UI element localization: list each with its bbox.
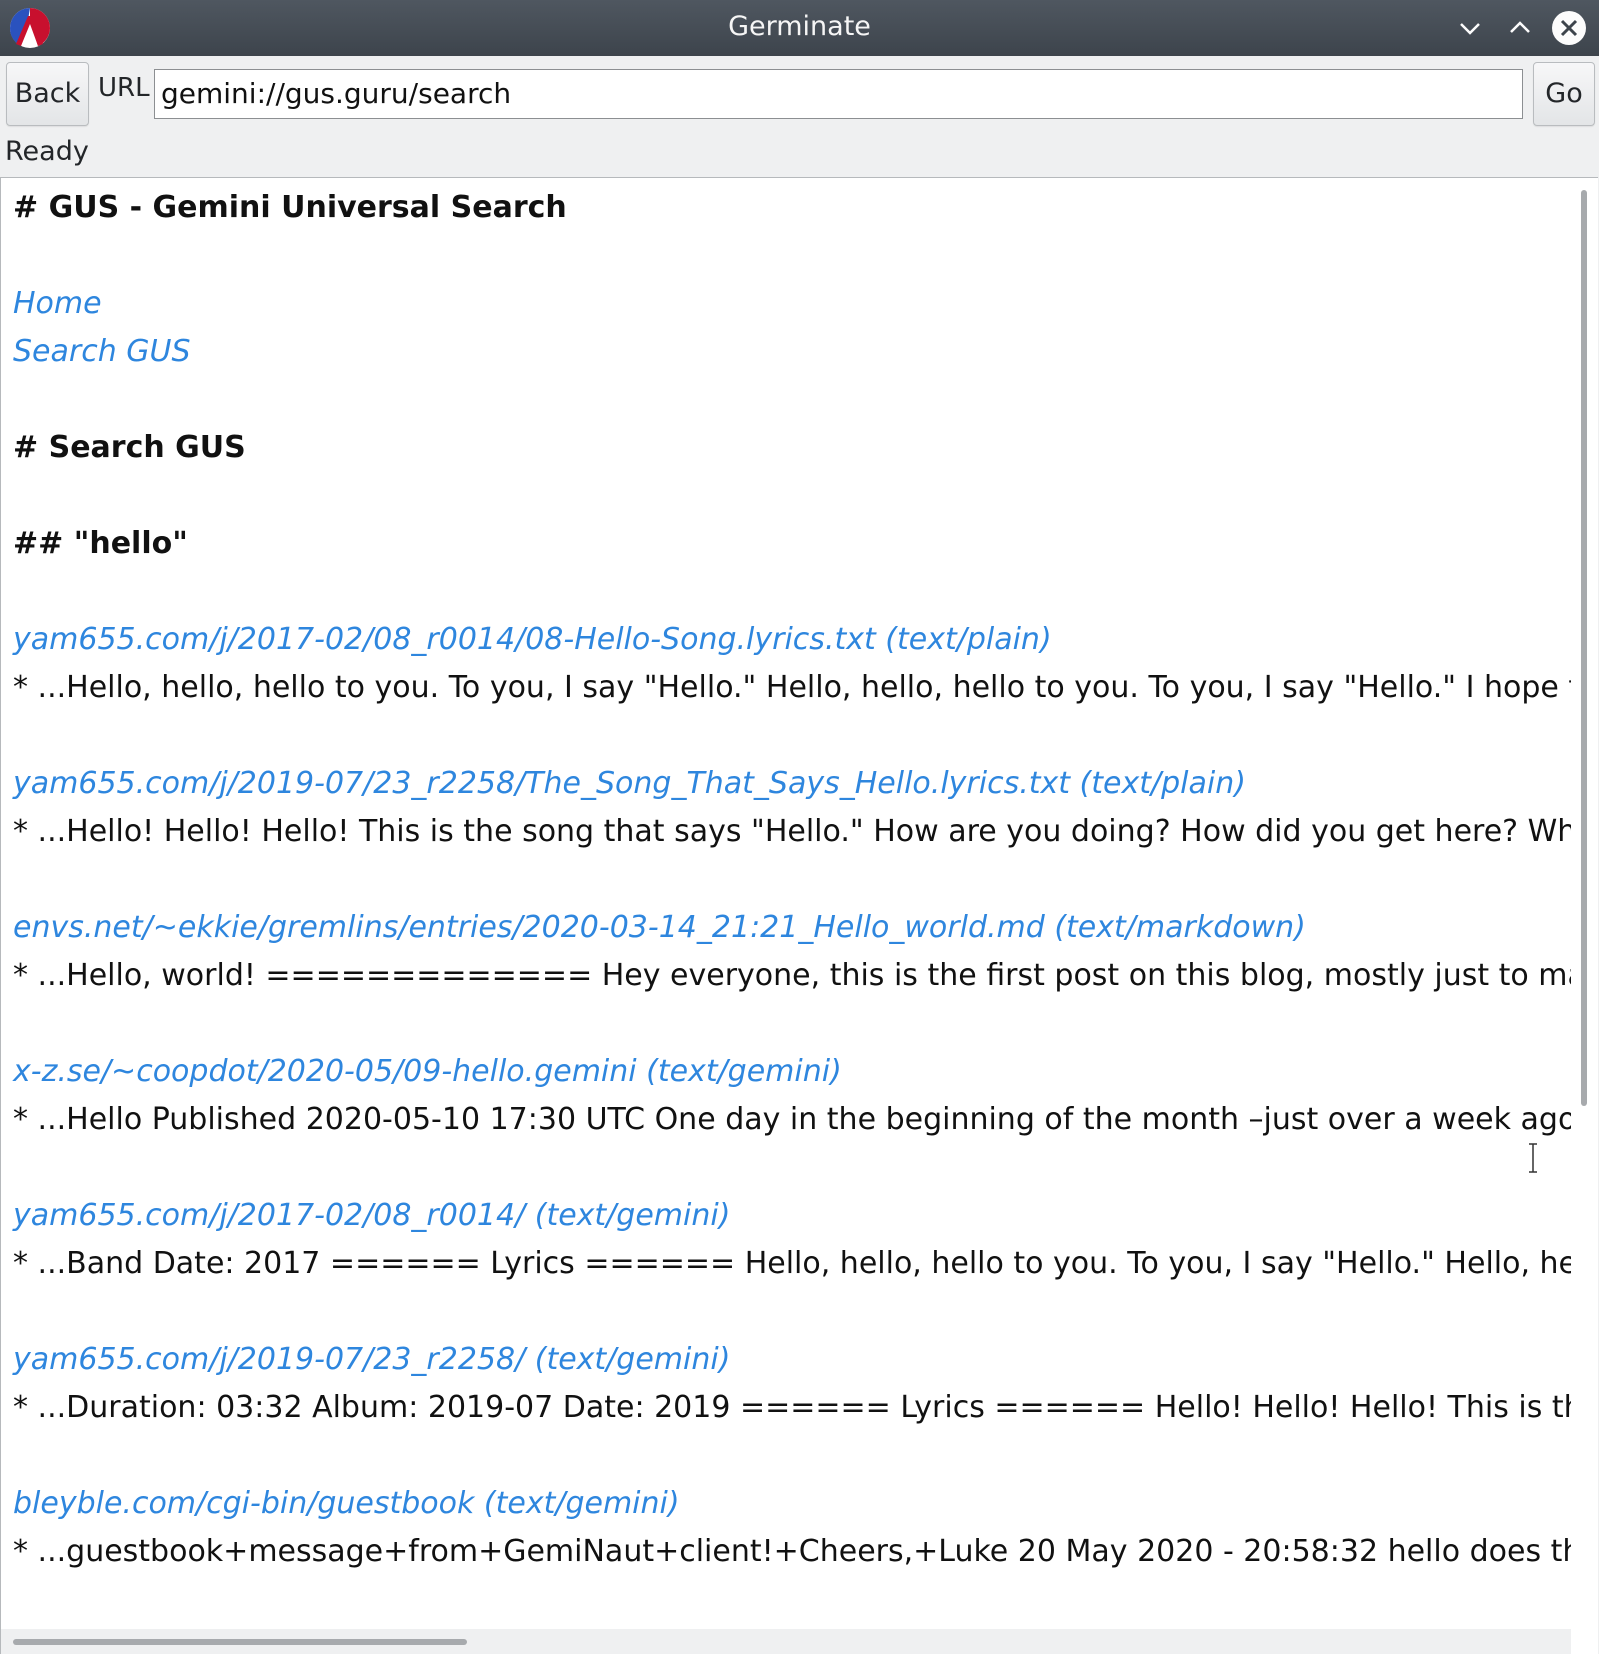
navigation-toolbar: Back URL gemini://gus.guru/search Go bbox=[0, 56, 1599, 132]
close-icon[interactable] bbox=[1549, 8, 1589, 48]
page-heading: # GUS - Gemini Universal Search bbox=[13, 190, 567, 225]
page-content[interactable]: # GUS - Gemini Universal Search Home Sea… bbox=[0, 177, 1598, 1654]
horizontal-scrollbar-thumb[interactable] bbox=[13, 1639, 467, 1645]
window-title: Germinate bbox=[728, 11, 871, 42]
home-link[interactable]: Home bbox=[13, 284, 102, 324]
back-button[interactable]: Back bbox=[6, 62, 89, 126]
result-snippet: * ...Band Date: 2017 ====== Lyrics =====… bbox=[13, 1246, 1598, 1281]
url-label: URL bbox=[98, 73, 150, 103]
result-snippet: * ...Duration: 03:32 Album: 2019-07 Date… bbox=[13, 1390, 1598, 1425]
result-snippet: * ...Hello Published 2020-05-10 17:30 UT… bbox=[13, 1102, 1577, 1137]
result-snippet: * ...Hello, hello, hello to you. To you,… bbox=[13, 670, 1581, 705]
result-link[interactable]: bleyble.com/cgi-bin/guestbook (text/gemi… bbox=[13, 1484, 680, 1524]
text-cursor-icon bbox=[1527, 1143, 1539, 1173]
result-link[interactable]: yam655.com/j/2019-07/23_r2258/The_Song_T… bbox=[13, 764, 1246, 804]
minimize-icon[interactable] bbox=[1450, 8, 1490, 48]
result-link[interactable]: yam655.com/j/2017-02/08_r0014/08-Hello-S… bbox=[13, 620, 1052, 660]
result-link[interactable]: x-z.se/~coopdot/2020-05/09-hello.gemini … bbox=[13, 1052, 842, 1092]
result-snippet: * ...Hello, world! ============= Hey eve… bbox=[13, 958, 1598, 993]
result-link[interactable]: yam655.com/j/2019-07/23_r2258/ (text/gem… bbox=[13, 1340, 730, 1380]
status-text: Ready bbox=[5, 136, 89, 167]
result-snippet: * ...Hello! Hello! Hello! This is the so… bbox=[13, 814, 1577, 849]
section-heading: # Search GUS bbox=[13, 430, 246, 465]
title-bar: Germinate bbox=[0, 0, 1599, 56]
result-link[interactable]: envs.net/~ekkie/gremlins/entries/2020-03… bbox=[13, 908, 1306, 948]
result-link[interactable]: yam655.com/j/2017-02/08_r0014/ (text/gem… bbox=[13, 1196, 730, 1236]
maximize-icon[interactable] bbox=[1500, 8, 1540, 48]
search-gus-link[interactable]: Search GUS bbox=[13, 332, 191, 372]
go-button[interactable]: Go bbox=[1533, 62, 1595, 126]
result-snippet: * ...guestbook+message+from+GemiNaut+cli… bbox=[13, 1534, 1598, 1569]
url-input[interactable]: gemini://gus.guru/search bbox=[154, 69, 1523, 119]
query-heading: ## "hello" bbox=[13, 526, 188, 561]
vertical-scrollbar-thumb[interactable] bbox=[1581, 190, 1587, 1106]
